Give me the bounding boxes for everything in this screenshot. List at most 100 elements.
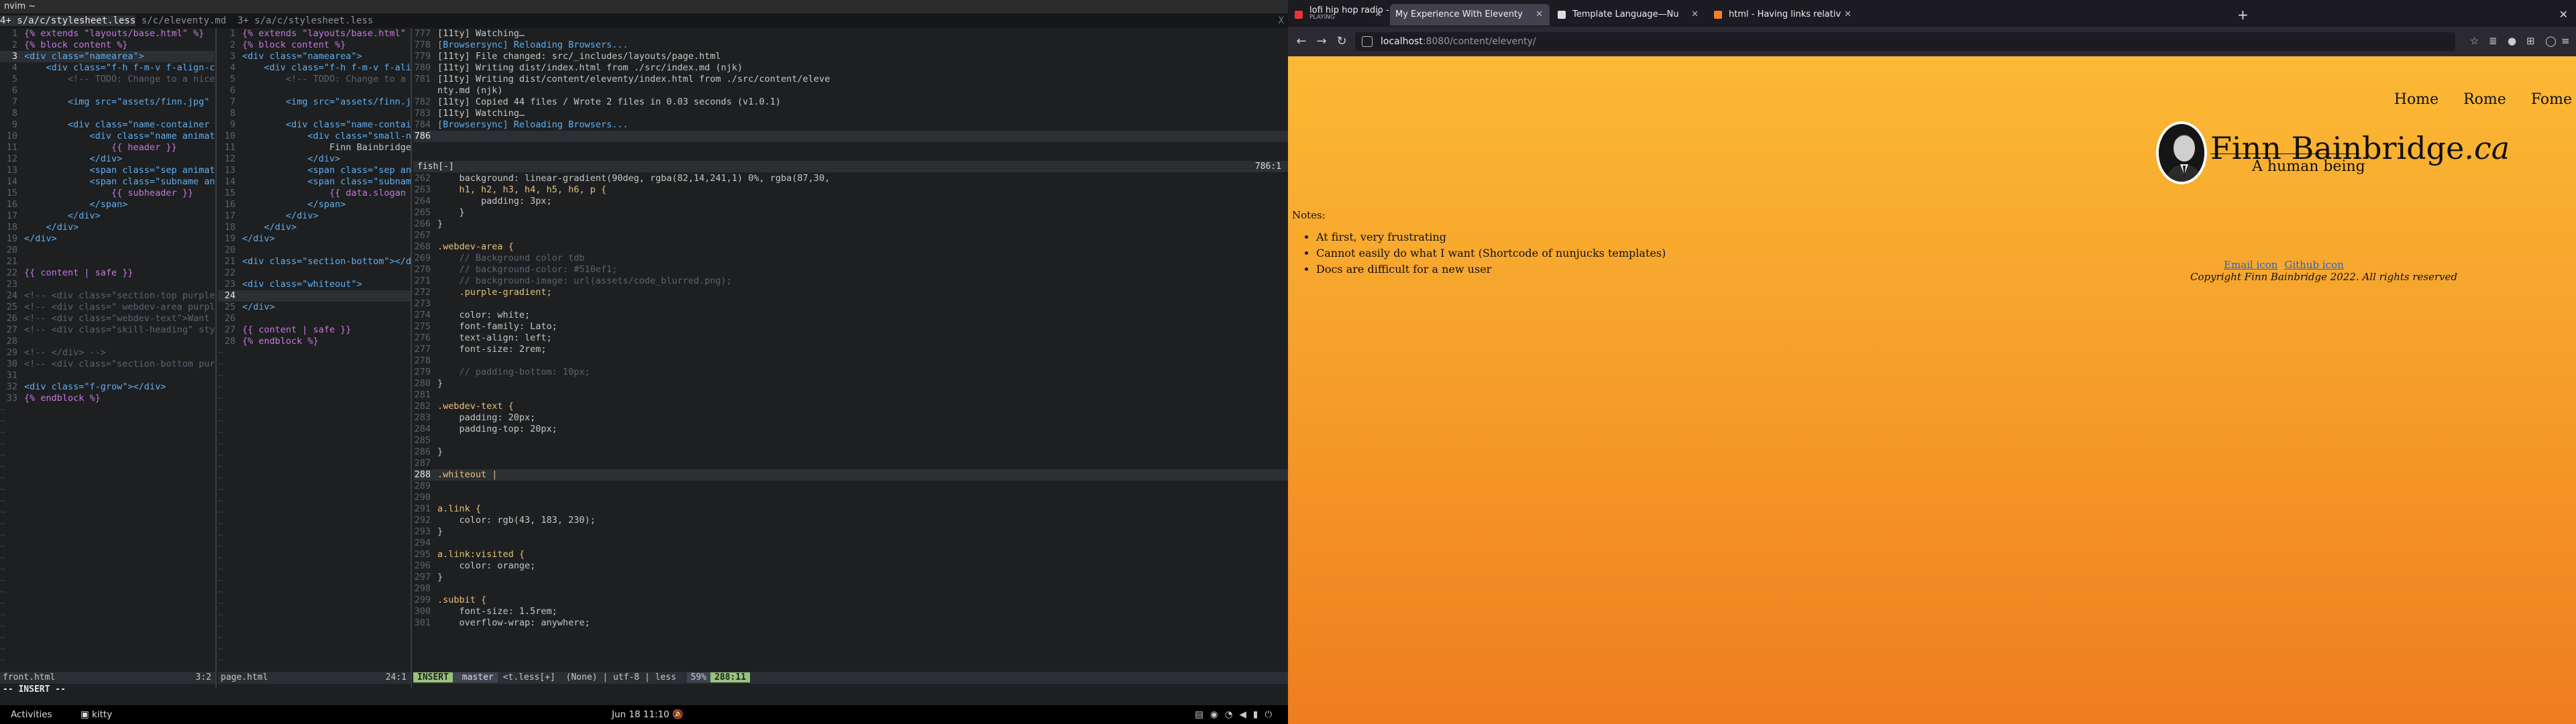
menu-icon[interactable]: ≡ <box>2561 35 2570 47</box>
pane1-position: 3:2 <box>195 672 211 682</box>
status-position: 288:11 <box>710 672 751 682</box>
battery-icon: ▮ <box>1252 709 1265 720</box>
pane-separator[interactable] <box>411 28 412 688</box>
extensions-puzzle-icon[interactable]: ⊞ <box>2526 35 2535 47</box>
browser-tab[interactable]: Template Language—Nu ✕ <box>1551 4 1705 25</box>
site-nav: Home Rome Fome <box>2394 91 2576 108</box>
vim-tab-close[interactable]: X <box>1279 13 1284 28</box>
forward-arrow-icon[interactable]: → <box>1312 32 1331 51</box>
tab-playing-label: PLAYING <box>1309 14 1335 21</box>
git-branch: master <box>452 672 498 682</box>
site-subtitle: A human being <box>2252 158 2365 175</box>
fish-position: 786:1 <box>1254 162 1281 172</box>
clock-text: Jun 18 11:10 <box>612 709 669 720</box>
notes-list: At first, very frustrating Cannot easily… <box>1316 229 1666 278</box>
site-title-suffix: .ca <box>2464 130 2510 166</box>
vim-tab-3[interactable]: 3+ s/a/c/stylesheet.less <box>232 15 379 26</box>
back-arrow-icon[interactable]: ← <box>1292 32 1311 51</box>
status-percent: 59% <box>686 672 711 682</box>
list-item: At first, very frustrating <box>1316 229 1666 245</box>
pane1-filename: front.html <box>3 672 56 682</box>
activities-button[interactable]: Activities <box>11 705 52 724</box>
stackoverflow-favicon <box>1714 11 1722 19</box>
window-close-icon[interactable]: ✕ <box>2559 4 2568 25</box>
email-link[interactable]: Email icon <box>2224 259 2277 271</box>
nav-link-rome[interactable]: Rome <box>2463 91 2506 108</box>
nav-link-fome[interactable]: Fome <box>2531 91 2572 108</box>
nav-link-home[interactable]: Home <box>2394 91 2438 108</box>
kitty-icon: ▣ <box>80 709 93 720</box>
terminal-tray-icon: ▤ <box>1195 709 1210 720</box>
github-link[interactable]: Github icon <box>2284 259 2343 271</box>
system-tray[interactable]: ▤◉◔◀▮⏻ <box>1195 705 1279 724</box>
fish-label: fish[-] <box>417 162 454 172</box>
footer-links: Email icon Github icon <box>2224 259 2351 271</box>
pane3-statusline: INSERT master <t.less[+] (None) | utf-8 … <box>413 672 1288 684</box>
terminal-titlebar: nvim ~ <box>0 0 1288 13</box>
pane3-code: 262 background: linear-gradient(90deg, r… <box>413 173 1288 629</box>
close-tab-icon[interactable]: ✕ <box>1536 4 1543 25</box>
url-path: :8080/content/eleventy/ <box>1422 36 1536 47</box>
page-info-icon[interactable] <box>1362 36 1373 47</box>
editor-pane-front[interactable]: 1 {% extends "layouts/base.html" %} 2 {% b… <box>0 28 215 677</box>
browser-tab[interactable]: html - Having links relativ ✕ <box>1707 4 1858 25</box>
url-bar[interactable]: localhost:8080/content/eleventy/ <box>1355 32 2455 51</box>
nunjucks-favicon <box>1558 11 1566 19</box>
pane2-code: 1 {% extends "layouts/base.html" %} 2 {% b… <box>218 28 411 666</box>
vim-cmdline[interactable]: -- INSERT -- <box>0 684 1288 696</box>
mode-badge: INSERT <box>413 672 453 682</box>
close-tab-icon[interactable]: ✕ <box>1691 4 1699 25</box>
editor-pane-page[interactable]: 1 {% extends "layouts/base.html" %} 2 {% b… <box>218 28 411 677</box>
extension-icon[interactable]: ● <box>2508 35 2516 47</box>
bookmark-star-icon[interactable]: ☆ <box>2470 35 2479 47</box>
status-enc: utf-8 <box>612 672 640 682</box>
volume-icon: ◀ <box>1239 709 1253 720</box>
power-icon: ⏻ <box>1265 709 1279 720</box>
editor-pane-stylesheet[interactable]: 262 background: linear-gradient(90deg, r… <box>413 173 1288 672</box>
vim-tabline: 4+ s/a/c/stylesheet.less s/c/eleventy.md… <box>0 13 1288 28</box>
pane2-filename: page.html <box>221 672 268 682</box>
close-tab-icon[interactable]: ✕ <box>1844 4 1851 25</box>
browser-tab[interactable]: lofi hip hop radio - beats t PLAYING ✕ <box>1288 4 1389 25</box>
vim-tab-1[interactable]: 4+ s/a/c/stylesheet.less <box>0 15 136 26</box>
profile-photo <box>2156 121 2207 184</box>
fish-output: 777 [11ty] Watching… 778 [Browsersync] Rel… <box>413 28 1288 142</box>
pane2-position: 24:1 <box>385 672 407 682</box>
list-item: Docs are difficult for a new user <box>1316 261 1666 278</box>
web-page: Home Rome Fome Finn Bainbridge.ca A huma… <box>1288 56 2576 724</box>
vim-tab-2[interactable]: s/c/eleventy.md <box>136 15 231 26</box>
clock[interactable]: Jun 18 11:10 🔕 <box>612 705 684 724</box>
fish-statusline: fish[-] 786:1 <box>413 161 1288 172</box>
status-lang: less <box>655 672 676 682</box>
library-icon[interactable]: ≣ <box>2489 35 2498 47</box>
tab-title: Template Language—Nu <box>1572 9 1679 19</box>
app-name: kitty <box>92 709 113 720</box>
new-tab-button[interactable]: + <box>2237 4 2249 25</box>
browser-window: lofi hip hop radio - beats t PLAYING ✕ M… <box>1288 0 2576 724</box>
youtube-favicon <box>1295 11 1303 19</box>
gnome-panel: Activities ▣ kitty Jun 18 11:10 🔕 ▤◉◔◀▮⏻ <box>0 705 1288 724</box>
tab-title: html - Having links relativ <box>1729 9 1841 19</box>
terminal-window: nvim ~ 4+ s/a/c/stylesheet.less s/c/elev… <box>0 0 1288 705</box>
pane-separator[interactable] <box>215 28 217 688</box>
status-ft: (None) <box>566 672 598 682</box>
browser-tab-active[interactable]: My Experience With Eleventy ✕ <box>1390 4 1550 25</box>
reload-icon[interactable]: ↻ <box>1332 32 1351 51</box>
wifi-icon: ◔ <box>1224 709 1240 720</box>
status-file: <t.less[+] <box>502 672 555 682</box>
close-tab-icon[interactable]: ✕ <box>1375 4 1382 25</box>
extension-tray-icon: ◉ <box>1210 709 1225 720</box>
pane1-statusline: front.html 3:2 <box>0 672 215 684</box>
browser-navbar: ← → ↻ localhost:8080/content/eleventy/ ☆… <box>1288 27 2576 56</box>
list-item: Cannot easily do what I want (Shortcode … <box>1316 245 1666 261</box>
fish-terminal[interactable]: 777 [11ty] Watching… 778 [Browsersync] Rel… <box>413 28 1288 160</box>
portrait-image <box>2159 124 2204 182</box>
browser-tabstrip: lofi hip hop radio - beats t PLAYING ✕ M… <box>1288 0 2576 27</box>
pane1-code: 1 {% extends "layouts/base.html" %} 2 {% b… <box>0 28 215 666</box>
pane2-statusline: page.html 24:1 <box>218 672 411 684</box>
app-menu[interactable]: ▣ kitty <box>80 705 112 724</box>
account-icon[interactable]: ◯ <box>2545 35 2557 47</box>
url-host: localhost <box>1381 36 1423 47</box>
notes-heading: Notes: <box>1292 209 1326 221</box>
tab-title: My Experience With Eleventy <box>1395 9 1523 19</box>
